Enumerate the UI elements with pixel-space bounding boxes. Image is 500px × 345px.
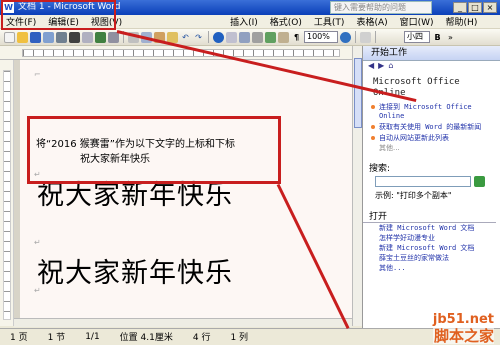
print-preview-icon[interactable] — [82, 31, 93, 43]
menu-window[interactable]: 窗口(W) — [394, 15, 440, 28]
horizontal-ruler[interactable] — [0, 46, 362, 60]
hyperlink-icon[interactable] — [213, 31, 224, 43]
highlight-box-instruction — [27, 116, 281, 184]
horizontal-scrollbar[interactable] — [14, 318, 352, 327]
office-link-connect[interactable]: 连接到 Microsoft Office Online — [363, 103, 500, 121]
redo-icon[interactable]: ↷ — [193, 32, 204, 43]
status-column: 1 列 — [230, 333, 249, 343]
more-link[interactable]: 其他... — [363, 143, 500, 153]
search-example: 示例: "打印多个副本" — [375, 191, 452, 200]
print-icon[interactable] — [69, 31, 80, 43]
permission-icon[interactable] — [43, 31, 54, 43]
save-icon[interactable] — [30, 31, 41, 43]
status-page: 1 页 — [10, 333, 28, 343]
task-pane-search-input[interactable] — [375, 176, 471, 187]
email-icon[interactable] — [56, 31, 67, 43]
status-position: 位置 4.1厘米 — [119, 333, 173, 343]
recent-file[interactable]: 怎样学好动漫专业 — [363, 233, 500, 243]
paragraph-mark: ↵ — [34, 238, 41, 247]
zoom-select[interactable]: 100% — [304, 31, 338, 43]
new-document-icon[interactable] — [4, 31, 15, 43]
standard-toolbar: ↶ ↷ ¶ 100% 小四 B » — [0, 29, 500, 46]
columns-icon[interactable] — [252, 31, 263, 43]
open-more-link[interactable]: 其他... — [363, 263, 500, 273]
maximize-button[interactable]: □ — [468, 2, 482, 13]
status-pages: 1/1 — [85, 331, 100, 342]
task-pane: 开始工作 ◀ ▶ ⌂ Microsoft Office Online 连接到 M… — [362, 46, 500, 328]
home-icon[interactable]: ⌂ — [388, 61, 393, 73]
menu-tools[interactable]: 工具(T) — [308, 15, 351, 28]
font-size-select[interactable]: 小四 — [404, 31, 430, 43]
office-link-news[interactable]: 获取有关使用 Word 的最新新闻 — [363, 123, 500, 132]
search-go-icon[interactable] — [474, 176, 485, 187]
status-line: 4 行 — [192, 333, 211, 343]
highlight-box-title-menu — [1, 0, 116, 30]
minimize-button[interactable]: _ — [453, 2, 467, 13]
format-painter-icon[interactable] — [167, 31, 178, 43]
forward-icon[interactable]: ▶ — [378, 61, 384, 73]
vertical-ruler[interactable] — [0, 60, 14, 326]
show-marks-icon[interactable]: ¶ — [291, 32, 302, 43]
drawing-icon[interactable] — [265, 31, 276, 43]
recent-file[interactable]: 新建 Microsoft Word 文档 — [363, 223, 500, 233]
reading-mode-icon[interactable] — [360, 31, 371, 43]
undo-icon[interactable]: ↶ — [180, 32, 191, 43]
menu-help[interactable]: 帮助(H) — [440, 15, 484, 28]
spelling-icon[interactable] — [95, 31, 106, 43]
open-folder-icon[interactable] — [17, 31, 28, 43]
watermark: jb51.net 脚本之家 — [432, 312, 494, 345]
office-link-auto-update[interactable]: 自动从网站更新此列表 — [363, 134, 500, 143]
toolbar-options-icon[interactable]: » — [445, 32, 456, 43]
office-online-title: Microsoft Office Online — [373, 77, 460, 98]
table-icon[interactable] — [226, 31, 237, 43]
help-icon[interactable] — [340, 31, 351, 43]
document-map-icon[interactable] — [278, 31, 289, 43]
menu-format[interactable]: 格式(O) — [264, 15, 308, 28]
close-button[interactable]: × — [483, 2, 497, 13]
bold-icon[interactable]: B — [432, 32, 443, 43]
open-section-header: 打开 — [363, 209, 496, 223]
watermark-brand: 脚本之家 — [432, 327, 494, 345]
excel-table-icon[interactable] — [239, 31, 250, 43]
status-section: 1 节 — [47, 333, 66, 343]
recent-file[interactable]: 新建 Microsoft Word 文档 — [363, 243, 500, 253]
watermark-site: jb51.net — [432, 312, 494, 328]
recent-file[interactable]: 薛宝土豆丝的家常做法 — [363, 253, 500, 263]
big-text-line-1: 祝大家新年快乐 — [37, 180, 233, 211]
help-search-input[interactable]: 键入需要帮助的问题 — [330, 1, 432, 14]
task-pane-header: 开始工作 — [363, 46, 500, 61]
status-bar: 1 页 1 节 1/1 位置 4.1厘米 4 行 1 列 — [0, 328, 500, 344]
big-text-line-2: 祝大家新年快乐 — [37, 258, 233, 289]
search-label: 搜索: — [369, 164, 391, 174]
back-icon[interactable]: ◀ — [368, 61, 374, 73]
menu-insert[interactable]: 插入(I) — [224, 15, 264, 28]
corner-mark: ⌐ — [34, 70, 41, 79]
menu-table[interactable]: 表格(A) — [350, 15, 393, 28]
scroll-thumb[interactable] — [354, 58, 362, 128]
